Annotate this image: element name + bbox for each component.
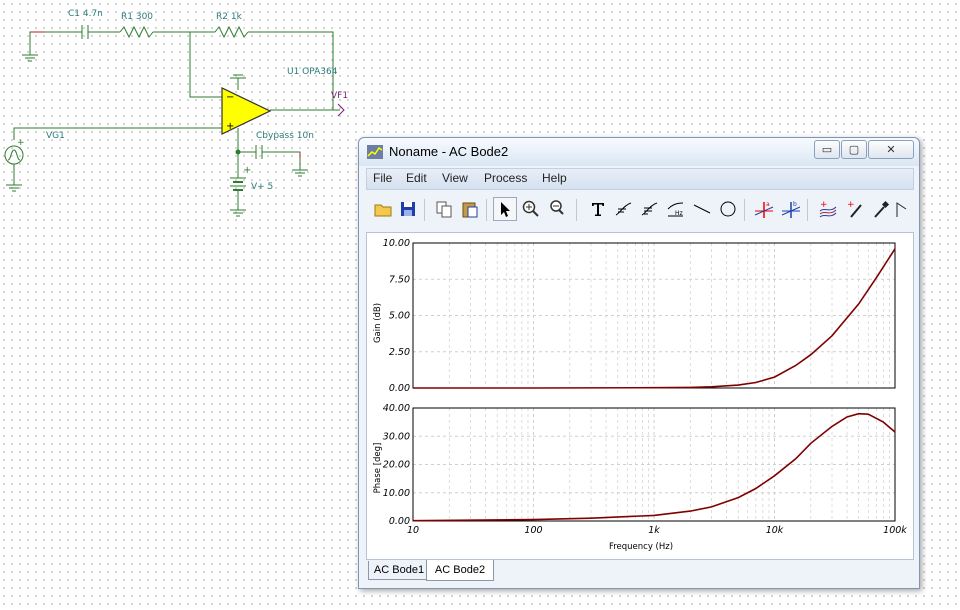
svg-text:+: + [243,165,251,176]
angle-icon [896,202,907,217]
menu-file[interactable]: File [373,171,392,185]
svg-text:−: − [226,92,234,103]
frequency-tick-label: 100 [524,525,542,536]
minimize-icon: ▭ [821,143,833,156]
svg-text:+: + [820,200,828,210]
paste-button[interactable] [458,197,482,221]
angle-button[interactable] [890,197,914,221]
label-r1: R1 300 [121,12,153,22]
vg1-source [4,145,24,165]
bode-chart-area[interactable]: 10.00 7.50 5.00 2.50 0.00 40.00 30.00 20.00 10.… [366,232,914,560]
add-curve-button[interactable]: + [816,197,840,221]
phase-ytick-label: 30.00 [383,431,410,442]
close-icon: ✕ [886,143,896,156]
bode-window[interactable]: Noname - AC Bode2 ▭ ▢ ✕ File Edit View P… [358,137,920,589]
menu-bar: File Edit View Process Help [366,168,914,190]
phase-ytick-label: 10.00 [383,488,410,499]
svg-text:+: + [17,138,25,148]
app-icon [367,145,383,159]
frequency-tick-label: 100k [883,525,907,536]
frequency-tick-label: 10 [407,525,419,536]
paste-icon [462,202,478,218]
zoom-in-icon [522,200,539,217]
zoom-100-icon [550,200,564,215]
title-bar[interactable]: Noname - AC Bode2 ▭ ▢ ✕ [359,138,919,166]
axis-label-icon: Hz [667,202,684,217]
add-marker-icon: + [847,200,862,218]
pointer-icon [501,202,510,217]
gain-ytick-label: 5.00 [389,311,410,322]
pointer-button[interactable] [493,197,517,221]
curve-label-button[interactable] [612,197,636,221]
menu-view[interactable]: View [442,171,468,185]
frequency-tick-label: 10k [766,525,784,536]
line-icon [693,204,711,214]
add-marker-button[interactable]: + [843,197,867,221]
line-button[interactable] [690,197,714,221]
maximize-button[interactable]: ▢ [841,140,867,159]
text-icon [592,203,604,216]
tab-ac-bode1[interactable]: AC Bode1 [368,561,430,580]
pipette-icon [874,200,890,218]
copy-button[interactable] [432,197,456,221]
curve-label2-button[interactable] [638,197,662,221]
maximize-icon: ▢ [848,143,860,156]
open-button[interactable] [371,197,395,221]
circle-button[interactable] [716,197,740,221]
window-title: Noname - AC Bode2 [389,144,509,159]
svg-text:+: + [226,121,234,132]
phase-ytick-label: 20.00 [383,460,410,471]
menu-help[interactable]: Help [542,171,567,185]
label-vf1: VF1 [331,91,348,101]
cursor-a-button[interactable]: a [752,197,776,221]
label-vg1: VG1 [46,131,65,141]
gain-ytick-label: 7.50 [389,274,410,285]
label-vplus: V+ 5 [251,182,273,192]
gain-plot: 10.00 7.50 5.00 2.50 0.00 [383,238,896,394]
gain-ytick-label: 0.00 [389,383,410,394]
phase-ytick-label: 40.00 [383,403,410,414]
text-button[interactable] [586,197,610,221]
frequency-axis-label: Frequency (Hz) [609,542,673,552]
zoom-in-button[interactable] [519,197,543,221]
gain-ytick-label: 10.00 [383,238,410,249]
close-button[interactable]: ✕ [868,140,914,159]
cursor-a-icon: a [754,201,774,218]
add-curve-icon: + [819,200,837,218]
bode-plot-svg[interactable]: 10.00 7.50 5.00 2.50 0.00 40.00 30.00 20.00 10.… [367,233,913,559]
menu-edit[interactable]: Edit [406,171,427,185]
minimize-button[interactable]: ▭ [814,140,840,159]
r1-resistor [119,25,154,39]
curve-label-icon [615,202,632,216]
label-c1: C1 4.7n [68,9,103,19]
save-button[interactable] [396,197,420,221]
tab-ac-bode2[interactable]: AC Bode2 [426,560,494,581]
curve-label2-icon [641,202,658,216]
r2-resistor [214,25,249,39]
gain-ytick-label: 2.50 [389,347,410,358]
circle-icon [720,201,736,217]
cursor-b-button[interactable]: b [779,197,803,221]
svg-text:+: + [847,200,855,210]
c1-wire [29,31,75,55]
svg-text:Hz: Hz [675,210,683,217]
cursor-b-icon: b [781,201,801,218]
toolbar: Hz a b + + [366,194,912,226]
svg-text:b: b [793,201,797,208]
copy-icon [436,201,452,218]
gain-axis-label: Gain (dB) [373,303,383,343]
save-icon [401,202,415,216]
frequency-tick-label: 1k [648,525,660,536]
svg-text:a: a [766,201,770,208]
label-cbypass: Cbypass 10n [256,131,314,141]
label-u1: U1 OPA364 [287,67,338,77]
phase-axis-label: Phase [deg] [373,443,383,494]
tab-bar: AC Bode1 AC Bode2 [366,560,912,582]
menu-process[interactable]: Process [484,171,527,185]
zoom-100-button[interactable] [546,197,570,221]
axis-label-button[interactable]: Hz [664,197,688,221]
label-r2: R2 1k [216,12,243,22]
open-folder-icon [374,204,392,217]
phase-plot: 40.0030.0020.0010.000.0010 100 1k 10k 100k [383,403,908,536]
